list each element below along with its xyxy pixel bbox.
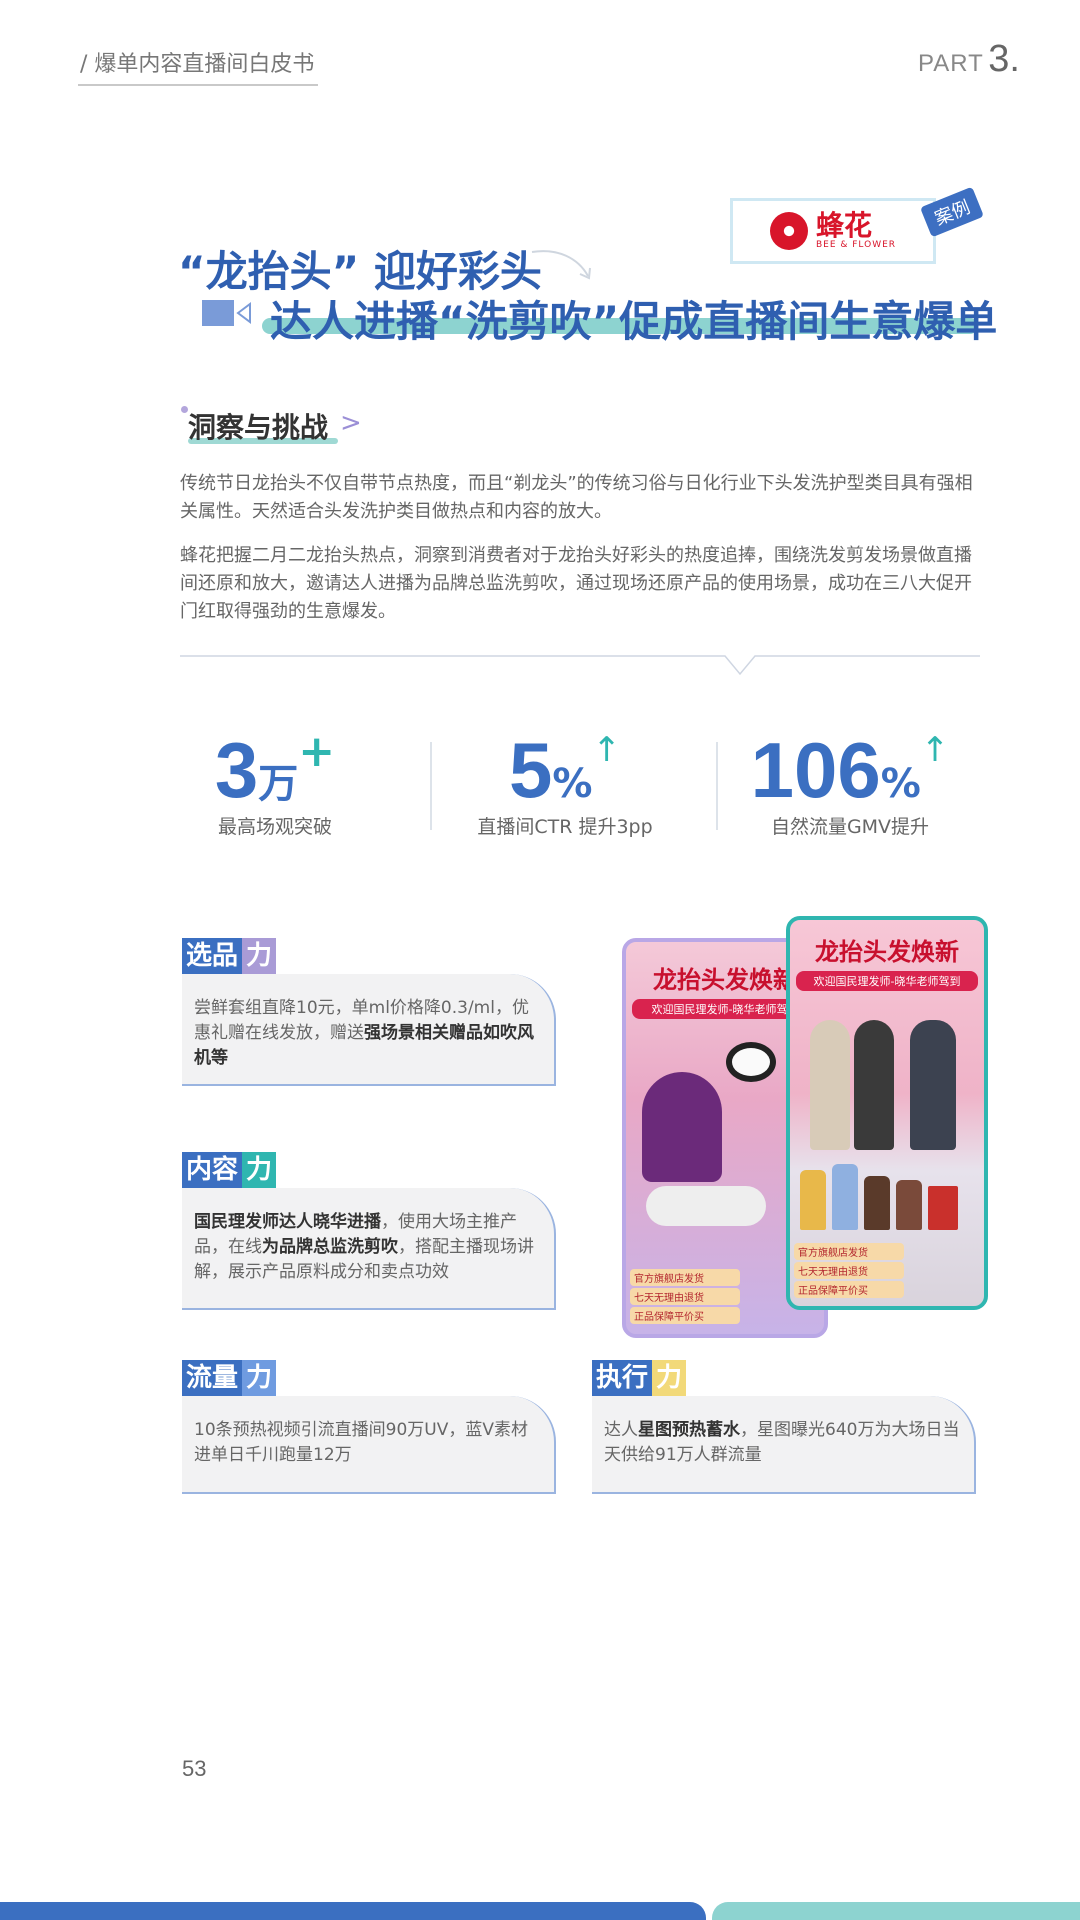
tag-item: 七天无理由退货: [630, 1288, 740, 1305]
card-content: 内容力 国民理发师达人晓华进播，使用大场主推产品，在线为品牌总监洗剪吹，搭配主播…: [182, 1152, 556, 1310]
card-label: 执行力: [592, 1360, 976, 1396]
tag-item: 官方旗舰店发货: [630, 1269, 740, 1286]
brand-sub: BEE & FLOWER: [815, 240, 897, 250]
photo-title: 龙抬头发焕新: [815, 938, 959, 966]
part-text: PART: [918, 50, 984, 77]
chevron-right-icon: >: [340, 408, 362, 438]
stat-gmv: 106%↑ 自然流量GMV提升: [725, 730, 975, 839]
flower-icon: [769, 212, 808, 250]
footer-bar-teal: [712, 1902, 1080, 1920]
card-text: 尝鲜套组直降10元，单ml价格降0.3/ml，优惠礼赠在线发放，赠送强场景相关赠…: [194, 998, 534, 1068]
wash-basin: [646, 1186, 766, 1226]
stat-number: 106: [750, 726, 881, 814]
label-accent: 力: [242, 938, 277, 974]
page-number: 53: [182, 1756, 207, 1781]
photo-tags: 官方旗舰店发货 七天无理由退货 正品保障平价买: [794, 1241, 904, 1300]
stat-number: 3: [214, 726, 259, 814]
card-execution: 执行力 达人星图预热蓄水，星图曝光640万为大场日当天供给91万人群流量: [592, 1360, 976, 1494]
photo-banner: 欢迎国民理发师-晓华老师驾到: [796, 971, 978, 991]
stat-unit: 万: [258, 761, 299, 807]
brand-name: 蜂花: [815, 209, 872, 242]
stat-unit: %: [552, 761, 593, 807]
label-accent: 力: [242, 1360, 277, 1396]
label-accent: 力: [242, 1152, 277, 1188]
card-label: 流量力: [182, 1360, 556, 1396]
bottle-icon: [896, 1180, 922, 1230]
paragraph-2: 蜂花把握二月二龙抬头热点，洞察到消费者对于龙抬头好彩头的热度追捧，围绕洗发剪发场…: [180, 545, 972, 622]
card-label: 内容力: [182, 1152, 556, 1188]
footer-bar-blue: [0, 1902, 706, 1920]
tag-item: 正品保障平价买: [630, 1307, 740, 1324]
bottle-icon: [832, 1164, 858, 1230]
label-accent: 力: [652, 1360, 687, 1396]
livestream-photo-front: 龙抬头发焕新 欢迎国民理发师-晓华老师驾到 官方旗舰店发货 七天无理由退货 正品…: [786, 916, 988, 1310]
camera-icon: [202, 300, 251, 326]
stat-label: 最高场观突破: [217, 816, 332, 838]
arrow-up-icon: ↑: [592, 730, 621, 770]
card-text: 10条预热视频引流直播间90万UV，蓝V素材进单日千川跑量12万: [194, 1420, 528, 1465]
curve-arrow-icon: [531, 250, 591, 280]
tag-item: 官方旗舰店发货: [794, 1243, 904, 1260]
card-body: 达人星图预热蓄水，星图曝光640万为大场日当天供给91万人群流量: [592, 1396, 976, 1494]
person-figure: [810, 1020, 850, 1150]
part-number: 3.: [988, 38, 1020, 80]
card-body: 尝鲜套组直降10元，单ml价格降0.3/ml，优惠礼赠在线发放，赠送强场景相关赠…: [182, 974, 556, 1086]
case-tag: 案例: [920, 186, 984, 238]
label-main: 执行: [592, 1360, 653, 1396]
heading-dot: [181, 406, 188, 413]
part-label: PART 3.: [918, 38, 1020, 81]
stat-label: 自然流量GMV提升: [770, 816, 930, 838]
stat-label: 直播间CTR 提升3pp: [477, 816, 653, 838]
label-main: 选品: [182, 938, 243, 974]
card-text: 达人星图预热蓄水，星图曝光640万为大场日当天供给91万人群流量: [604, 1420, 960, 1465]
stat-unit: %: [880, 761, 921, 807]
person-figure: [854, 1020, 894, 1150]
card-label: 选品力: [182, 938, 556, 974]
section-heading: 洞察与挑战: [188, 411, 329, 444]
card-selection: 选品力 尝鲜套组直降10元，单ml价格降0.3/ml，优惠礼赠在线发放，赠送强场…: [182, 938, 556, 1086]
gift-box-icon: [928, 1186, 958, 1230]
tag-item: 正品保障平价买: [794, 1281, 904, 1298]
card-traffic: 流量力 10条预热视频引流直播间90万UV，蓝V素材进单日千川跑量12万: [182, 1360, 556, 1494]
product-row: [800, 1160, 970, 1230]
card-text: 国民理发师达人晓华进播，使用大场主推产品，在线为品牌总监洗剪吹，搭配主播现场讲解…: [194, 1212, 534, 1282]
arrow-up-icon: ↑: [920, 730, 950, 770]
card-body: 国民理发师达人晓华进播，使用大场主推产品，在线为品牌总监洗剪吹，搭配主播现场讲解…: [182, 1188, 556, 1310]
plus-icon: +: [298, 726, 336, 777]
header-title: / 爆单内容直播间白皮书: [80, 52, 315, 77]
stat-number: 5: [509, 726, 553, 814]
stat-separator: [716, 742, 718, 830]
tag-item: 七天无理由退货: [794, 1262, 904, 1279]
person-figure: [910, 1020, 956, 1150]
stat-separator: [430, 742, 432, 830]
brand-logo: 蜂花 BEE & FLOWER: [730, 198, 936, 264]
photo-tags: 官方旗舰店发货 七天无理由退货 正品保障平价买: [630, 1267, 740, 1326]
label-main: 内容: [182, 1152, 243, 1188]
card-body: 10条预热视频引流直播间90万UV，蓝V素材进单日千川跑量12万: [182, 1396, 556, 1494]
notch-divider: [180, 655, 980, 676]
label-main: 流量: [182, 1360, 243, 1396]
bottle-icon: [800, 1170, 826, 1230]
stat-views: 3万+ 最高场观突破: [150, 730, 400, 839]
header-underline: [78, 84, 318, 86]
person-figure: [642, 1072, 722, 1182]
title-line2: 达人进播“洗剪吹”促成直播间生意爆单: [270, 297, 998, 346]
stat-ctr: 5%↑ 直播间CTR 提升3pp: [440, 730, 690, 839]
paragraph-1: 传统节日龙抬头不仅自带节点热度，而且“剃龙头”的传统习俗与日化行业下头发洗护型类…: [180, 473, 973, 522]
panda-figure: [726, 1042, 776, 1082]
bottle-icon: [864, 1176, 890, 1230]
